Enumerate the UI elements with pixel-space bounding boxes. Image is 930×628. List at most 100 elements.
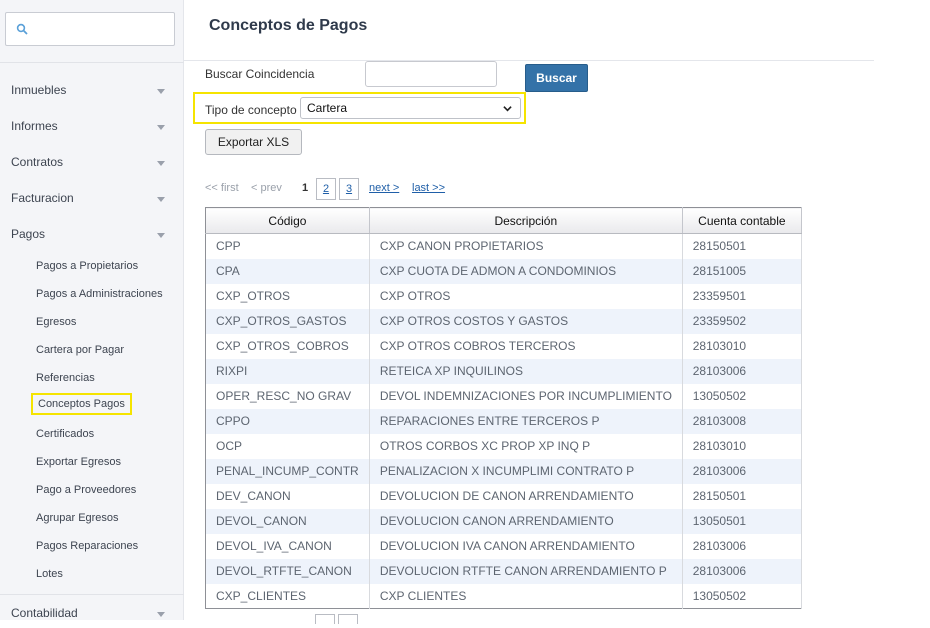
table-row[interactable]: PENAL_INCUMP_CONTR PENALIZACION X INCUMPL… bbox=[205, 458, 803, 484]
tipo-concepto-value: Cartera bbox=[307, 101, 348, 115]
cell-codigo: CXP_OTROS bbox=[205, 283, 370, 309]
pager-bottom-page[interactable] bbox=[338, 614, 358, 624]
chevron-down-icon bbox=[157, 197, 165, 202]
search-input[interactable] bbox=[365, 61, 497, 87]
cell-codigo: CXP_OTROS_COBROS bbox=[205, 333, 370, 359]
cell-cuenta: 28103006 bbox=[682, 533, 803, 559]
table-row[interactable]: CPPO REPARACIONES ENTRE TERCEROS P 2810300… bbox=[205, 408, 803, 434]
chevron-down-icon bbox=[157, 125, 165, 130]
sidebar-subitem-conceptos-pagos[interactable]: Conceptos Pagos bbox=[31, 393, 132, 415]
sidebar-subitem-certificados[interactable]: Certificados bbox=[36, 428, 94, 440]
cell-codigo: RIXPI bbox=[205, 358, 370, 384]
tipo-concepto-select[interactable]: Cartera bbox=[300, 97, 521, 119]
column-header-descripcion[interactable]: Descripción bbox=[369, 207, 683, 234]
pager-first: << first bbox=[205, 182, 239, 194]
sidebar-item-label: Contabilidad bbox=[11, 606, 78, 620]
chevron-down-icon bbox=[503, 106, 512, 112]
cell-descripcion: DEVOL INDEMNIZACIONES POR INCUMPLIMIENTO bbox=[369, 383, 683, 409]
cell-cuenta: 28103006 bbox=[682, 358, 803, 384]
search-label: Buscar Coincidencia bbox=[205, 67, 315, 81]
sidebar-subitem-lotes[interactable]: Lotes bbox=[36, 568, 63, 580]
table-header-row: Código Descripción Cuenta contable bbox=[205, 207, 803, 234]
cell-descripcion: RETEICA XP INQUILINOS bbox=[369, 358, 683, 384]
cell-cuenta: 28103006 bbox=[682, 458, 803, 484]
cell-descripcion: CXP CLIENTES bbox=[369, 583, 683, 609]
search-button[interactable]: Buscar bbox=[525, 64, 588, 92]
table-row[interactable]: CXP_OTROS_COBROS CXP OTROS COBROS TERCERO… bbox=[205, 333, 803, 359]
cell-descripcion: CXP OTROS COBROS TERCEROS bbox=[369, 333, 683, 359]
cell-codigo: DEVOL_IVA_CANON bbox=[205, 533, 370, 559]
table-body: CPP CXP CANON PROPIETARIOS 28150501 CPA CXP … bbox=[205, 233, 803, 609]
sidebar-subitem-pago-proveedores[interactable]: Pago a Proveedores bbox=[36, 484, 136, 496]
column-header-codigo[interactable]: Código bbox=[205, 207, 370, 234]
export-xls-button[interactable]: Exportar XLS bbox=[205, 129, 302, 155]
cell-cuenta: 28103008 bbox=[682, 408, 803, 434]
sidebar-subitem-pagos-reparaciones[interactable]: Pagos Reparaciones bbox=[36, 540, 138, 552]
cell-codigo: CPPO bbox=[205, 408, 370, 434]
cell-descripcion: DEVOLUCION IVA CANON ARRENDAMIENTO bbox=[369, 533, 683, 559]
cell-codigo: PENAL_INCUMP_CONTR bbox=[205, 458, 370, 484]
table-row[interactable]: DEVOL_RTFTE_CANON DEVOLUCION RTFTE CANON … bbox=[205, 558, 803, 584]
cell-cuenta: 23359501 bbox=[682, 283, 803, 309]
table-row[interactable]: CXP_CLIENTES CXP CLIENTES 13050502 bbox=[205, 583, 803, 609]
sidebar-item-label: Informes bbox=[11, 119, 58, 133]
cell-cuenta: 28150501 bbox=[682, 233, 803, 259]
sidebar-subitem-referencias[interactable]: Referencias bbox=[36, 372, 95, 384]
cell-codigo: OCP bbox=[205, 433, 370, 459]
sidebar-item-label: Facturacion bbox=[11, 191, 74, 205]
sidebar-item-informes[interactable]: Informes bbox=[0, 113, 184, 141]
pager-page-2[interactable]: 2 bbox=[316, 178, 336, 200]
cell-descripcion: PENALIZACION X INCUMPLIMI CONTRATO P bbox=[369, 458, 683, 484]
search-icon bbox=[16, 23, 28, 35]
cell-descripcion: DEVOLUCION DE CANON ARRENDAMIENTO bbox=[369, 483, 683, 509]
cell-codigo: OPER_RESC_NO GRAV bbox=[205, 383, 370, 409]
table-row[interactable]: CXP_OTROS CXP OTROS 23359501 bbox=[205, 283, 803, 309]
sidebar-subitem-pagos-administraciones[interactable]: Pagos a Administraciones bbox=[36, 288, 163, 300]
table-row[interactable]: DEV_CANON DEVOLUCION DE CANON ARRENDAMIEN… bbox=[205, 483, 803, 509]
sidebar-item-contratos[interactable]: Contratos bbox=[0, 149, 184, 177]
cell-cuenta: 13050501 bbox=[682, 508, 803, 534]
sidebar-item-label: Pagos bbox=[11, 227, 46, 241]
chevron-down-icon bbox=[157, 161, 165, 166]
cell-descripcion: CXP CANON PROPIETARIOS bbox=[369, 233, 683, 259]
sidebar-subitem-exportar-egresos[interactable]: Exportar Egresos bbox=[36, 456, 121, 468]
cell-descripcion: CXP CUOTA DE ADMON A CONDOMINIOS bbox=[369, 258, 683, 284]
cell-cuenta: 23359502 bbox=[682, 308, 803, 334]
table-row[interactable]: RIXPI RETEICA XP INQUILINOS 28103006 bbox=[205, 358, 803, 384]
sidebar-item-inmuebles[interactable]: Inmuebles bbox=[0, 77, 184, 105]
cell-cuenta: 28103006 bbox=[682, 558, 803, 584]
sidebar-search-input[interactable] bbox=[32, 19, 170, 39]
tipo-concepto-label: Tipo de concepto bbox=[205, 103, 297, 117]
sidebar-item-pagos[interactable]: Pagos bbox=[0, 221, 184, 249]
sidebar-subitem-cartera-por-pagar[interactable]: Cartera por Pagar bbox=[36, 344, 124, 356]
table-row[interactable]: CXP_OTROS_GASTOS CXP OTROS COSTOS Y GASTO… bbox=[205, 308, 803, 334]
pager-page-3[interactable]: 3 bbox=[339, 178, 359, 200]
chevron-down-icon bbox=[157, 89, 165, 94]
sidebar-item-contabilidad[interactable]: Contabilidad bbox=[0, 600, 184, 628]
sidebar-search-box[interactable] bbox=[5, 12, 175, 46]
table-row[interactable]: CPP CXP CANON PROPIETARIOS 28150501 bbox=[205, 233, 803, 259]
cell-codigo: CPA bbox=[205, 258, 370, 284]
cell-cuenta: 28151005 bbox=[682, 258, 803, 284]
sidebar-subitem-agrupar-egresos[interactable]: Agrupar Egresos bbox=[36, 512, 119, 524]
header-divider bbox=[184, 60, 874, 61]
pager-next[interactable]: next > bbox=[369, 182, 399, 194]
table-row[interactable]: DEVOL_CANON DEVOLUCION CANON ARRENDAMIENT… bbox=[205, 508, 803, 534]
table-row[interactable]: OCP OTROS CORBOS XC PROP XP INQ P 28103010 bbox=[205, 433, 803, 459]
sidebar-item-facturacion[interactable]: Facturacion bbox=[0, 185, 184, 213]
sidebar: Inmuebles Informes Contratos Facturacion… bbox=[0, 0, 184, 620]
sidebar-divider bbox=[0, 62, 184, 63]
pager-bottom-page[interactable] bbox=[315, 614, 335, 624]
table-row[interactable]: DEVOL_IVA_CANON DEVOLUCION IVA CANON ARRE… bbox=[205, 533, 803, 559]
cell-cuenta: 13050502 bbox=[682, 583, 803, 609]
page-title: Conceptos de Pagos bbox=[209, 17, 368, 34]
table-row[interactable]: CPA CXP CUOTA DE ADMON A CONDOMINIOS 28151… bbox=[205, 258, 803, 284]
pager-last[interactable]: last >> bbox=[412, 182, 445, 194]
table-row[interactable]: OPER_RESC_NO GRAV DEVOL INDEMNIZACIONES P… bbox=[205, 383, 803, 409]
column-header-cuenta[interactable]: Cuenta contable bbox=[682, 207, 803, 234]
pager-current-page: 1 bbox=[302, 182, 309, 194]
cell-descripcion: DEVOLUCION RTFTE CANON ARRENDAMIENTO P bbox=[369, 558, 683, 584]
cell-codigo: DEVOL_CANON bbox=[205, 508, 370, 534]
sidebar-subitem-egresos[interactable]: Egresos bbox=[36, 316, 76, 328]
sidebar-subitem-pagos-propietarios[interactable]: Pagos a Propietarios bbox=[36, 260, 138, 272]
